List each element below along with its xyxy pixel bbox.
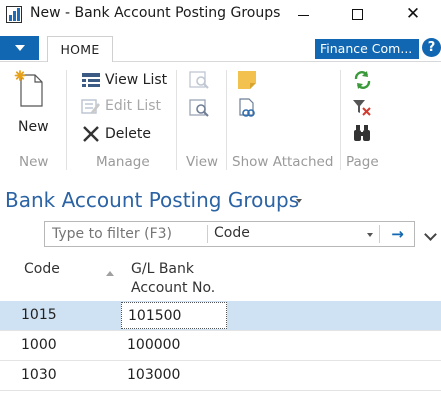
note-icon (238, 71, 256, 89)
group-label-view: View (186, 154, 219, 170)
cell-gl-account[interactable]: 100000 (121, 332, 227, 359)
filter-input[interactable] (45, 222, 207, 246)
chevron-down-icon[interactable] (424, 228, 437, 241)
group-label-manage: Manage (96, 154, 150, 170)
close-icon: ✕ (405, 4, 421, 24)
cell-code[interactable]: 1030 (21, 367, 57, 383)
view-details-button[interactable] (189, 98, 211, 118)
table-row[interactable]: 1030 103000 (0, 361, 441, 391)
close-button[interactable]: ✕ (402, 4, 424, 24)
delete-x-icon (81, 125, 101, 143)
title-menu-caret-icon[interactable] (296, 199, 302, 203)
cell-gl-account[interactable]: 101500 (121, 302, 227, 329)
help-button[interactable]: ? (422, 38, 441, 57)
cell-code[interactable]: 1000 (21, 337, 57, 353)
refresh-icon (354, 71, 371, 89)
company-name-badge[interactable]: Finance Com... (315, 39, 419, 59)
minimize-icon (297, 14, 309, 16)
maximize-button[interactable] (346, 4, 368, 24)
view-details-icon (189, 99, 209, 117)
tab-home[interactable]: HOME (47, 36, 113, 62)
binoculars-icon (354, 125, 370, 141)
group-divider (66, 70, 67, 170)
sort-ascending-icon (106, 271, 114, 276)
link-document-icon (239, 98, 255, 117)
view-button[interactable] (189, 70, 211, 90)
table-row[interactable]: 1015 101500 (0, 301, 441, 331)
filter-bar: Code → (44, 221, 415, 247)
title-bar: New - Bank Account Posting Groups ✕ (0, 0, 441, 30)
group-divider (226, 70, 227, 170)
group-label-new: New (19, 154, 49, 170)
new-button-label: New (18, 119, 49, 135)
links-button[interactable] (237, 98, 259, 118)
edit-list-icon (81, 97, 101, 115)
ribbon-tab-row: HOME Finance Com... ? (0, 30, 441, 62)
edit-list-button[interactable]: Edit List (81, 96, 161, 116)
new-document-icon (14, 70, 43, 107)
page-title: Bank Account Posting Groups (5, 188, 300, 212)
group-divider (176, 70, 177, 170)
clear-filter-button[interactable] (352, 98, 374, 118)
filter-field-dropdown-icon[interactable] (367, 233, 373, 237)
view-list-button[interactable]: View List (81, 70, 167, 90)
ribbon: New New View List Edit List Delete Manag… (0, 62, 441, 177)
column-header-gl-line2: Account No. (131, 280, 216, 296)
delete-button[interactable]: Delete (81, 124, 151, 144)
group-label-page: Page (346, 154, 379, 170)
window-title: New - Bank Account Posting Groups (30, 5, 281, 21)
filter-field-select[interactable]: Code (214, 225, 250, 241)
table-row[interactable]: 1000 100000 (0, 331, 441, 361)
column-header-gl-account[interactable]: G/L Bank Account No. (131, 260, 215, 298)
apply-filter-button[interactable]: → (381, 222, 414, 246)
application-menu-button[interactable] (0, 36, 39, 60)
view-list-icon (81, 71, 101, 89)
group-divider (340, 70, 341, 170)
chevron-down-icon (14, 45, 25, 51)
view-list-label: View List (105, 72, 168, 88)
notes-button[interactable] (237, 70, 259, 90)
group-label-show-attached: Show Attached (232, 154, 334, 170)
cell-gl-account[interactable]: 103000 (121, 362, 227, 389)
maximize-icon (351, 8, 363, 20)
filter-divider (207, 225, 208, 243)
column-header-code[interactable]: Code (24, 260, 60, 279)
new-button[interactable]: New (12, 68, 56, 135)
app-chart-icon (6, 6, 22, 23)
filter-divider (379, 225, 380, 243)
refresh-button[interactable] (352, 70, 374, 90)
column-header-gl-line1: G/L Bank (131, 261, 194, 277)
delete-label: Delete (105, 126, 151, 142)
clear-filter-icon (353, 100, 371, 116)
view-magnifier-icon (189, 71, 209, 89)
find-button[interactable] (352, 124, 374, 144)
cell-code[interactable]: 1015 (21, 307, 57, 323)
edit-list-label: Edit List (105, 98, 162, 114)
minimize-button[interactable] (292, 4, 314, 24)
